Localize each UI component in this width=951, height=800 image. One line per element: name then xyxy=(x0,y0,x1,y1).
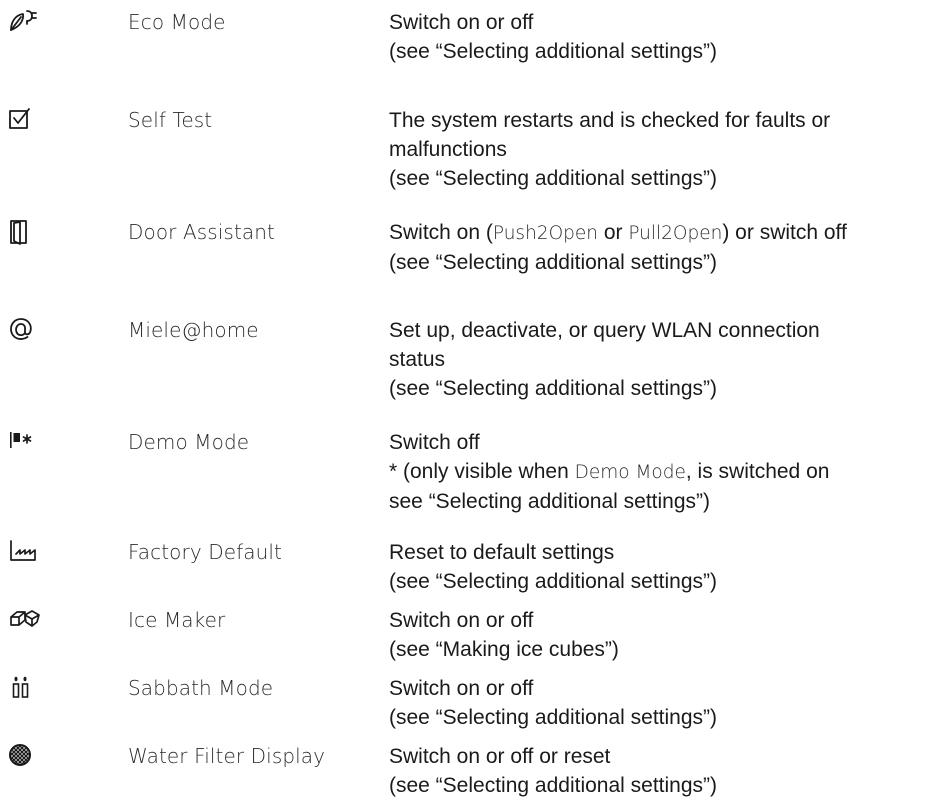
setting-description: Switch on or off (see “Selecting additio… xyxy=(389,8,939,66)
setting-description: Reset to default settings (see “Selectin… xyxy=(389,538,939,596)
description-line: Switch off xyxy=(389,431,480,454)
text-part: ) or switch off xyxy=(722,221,847,244)
description-reference: (see “Selecting additional settings”) xyxy=(389,251,718,274)
setting-description: Set up, deactivate, or query WLAN connec… xyxy=(389,316,939,403)
factory-icon xyxy=(8,538,42,568)
option-push2open: Push2Open xyxy=(492,223,598,244)
description-reference: (see “Making ice cubes”) xyxy=(389,638,619,661)
setting-description: Switch on or off (see “Selecting additio… xyxy=(389,674,939,732)
description-line: Switch on or off or reset xyxy=(389,745,611,768)
setting-name: Door Assistant xyxy=(128,220,275,244)
ice-cubes-icon xyxy=(8,606,42,636)
setting-description: Switch on or off (see “Making ice cubes”… xyxy=(389,606,939,664)
setting-name: Demo Mode xyxy=(128,430,250,454)
description-line: Reset to default settings xyxy=(389,541,615,564)
setting-name: Water Filter Display xyxy=(128,744,326,768)
setting-description: The system restarts and is checked for f… xyxy=(389,106,939,193)
mode-name-demo: Demo Mode xyxy=(574,462,686,483)
door-icon xyxy=(8,218,42,248)
text-part: * (only visible when xyxy=(389,460,575,483)
sabbath-candles-icon xyxy=(8,674,42,704)
description-line: status xyxy=(389,348,446,371)
setting-name: Eco Mode xyxy=(128,10,226,34)
description-line: malfunctions xyxy=(389,138,507,161)
text-part: , is switched on xyxy=(685,460,830,483)
setting-description: Switch off * (only visible when Demo Mod… xyxy=(389,428,939,516)
setting-name: Factory Default xyxy=(128,540,282,564)
water-filter-icon xyxy=(8,742,42,772)
text-part: or xyxy=(597,221,629,244)
checkbox-check-icon xyxy=(8,106,42,136)
description-reference: (see “Selecting additional settings”) xyxy=(389,40,718,63)
setting-description: Switch on or off or reset (see “Selectin… xyxy=(389,742,939,800)
setting-name: Sabbath Mode xyxy=(128,676,274,700)
description-reference: (see “Selecting additional settings”) xyxy=(389,167,718,190)
eco-leaf-plug-icon xyxy=(8,8,42,38)
setting-name: Ice Maker xyxy=(128,608,226,632)
description-line: Switch on or off xyxy=(389,677,534,700)
description-reference: (see “Selecting additional settings”) xyxy=(389,570,718,593)
description-line: Set up, deactivate, or query WLAN connec… xyxy=(389,319,820,342)
setting-name: Miele@home xyxy=(128,318,259,342)
description-reference: (see “Selecting additional settings”) xyxy=(389,706,718,729)
description-line: Switch on or off xyxy=(389,11,534,34)
description-line: Switch on (Push2Open or Pull2Open) or sw… xyxy=(389,218,939,248)
demo-flag-asterisk-icon xyxy=(8,428,42,458)
setting-name: Self Test xyxy=(128,108,213,132)
at-sign-icon xyxy=(8,316,42,346)
setting-description: Switch on (Push2Open or Pull2Open) or sw… xyxy=(389,218,939,277)
description-line: The system restarts and is checked for f… xyxy=(389,109,831,132)
text-part: Switch on ( xyxy=(389,221,493,244)
description-line: * (only visible when Demo Mode, is switc… xyxy=(389,457,939,487)
description-reference: see “Selecting additional settings”) xyxy=(389,490,711,513)
description-line: Switch on or off xyxy=(389,609,534,632)
settings-list: Eco Mode Switch on or off (see “Selectin… xyxy=(0,0,951,797)
option-pull2open: Pull2Open xyxy=(628,223,723,244)
description-reference: (see “Selecting additional settings”) xyxy=(389,377,718,400)
